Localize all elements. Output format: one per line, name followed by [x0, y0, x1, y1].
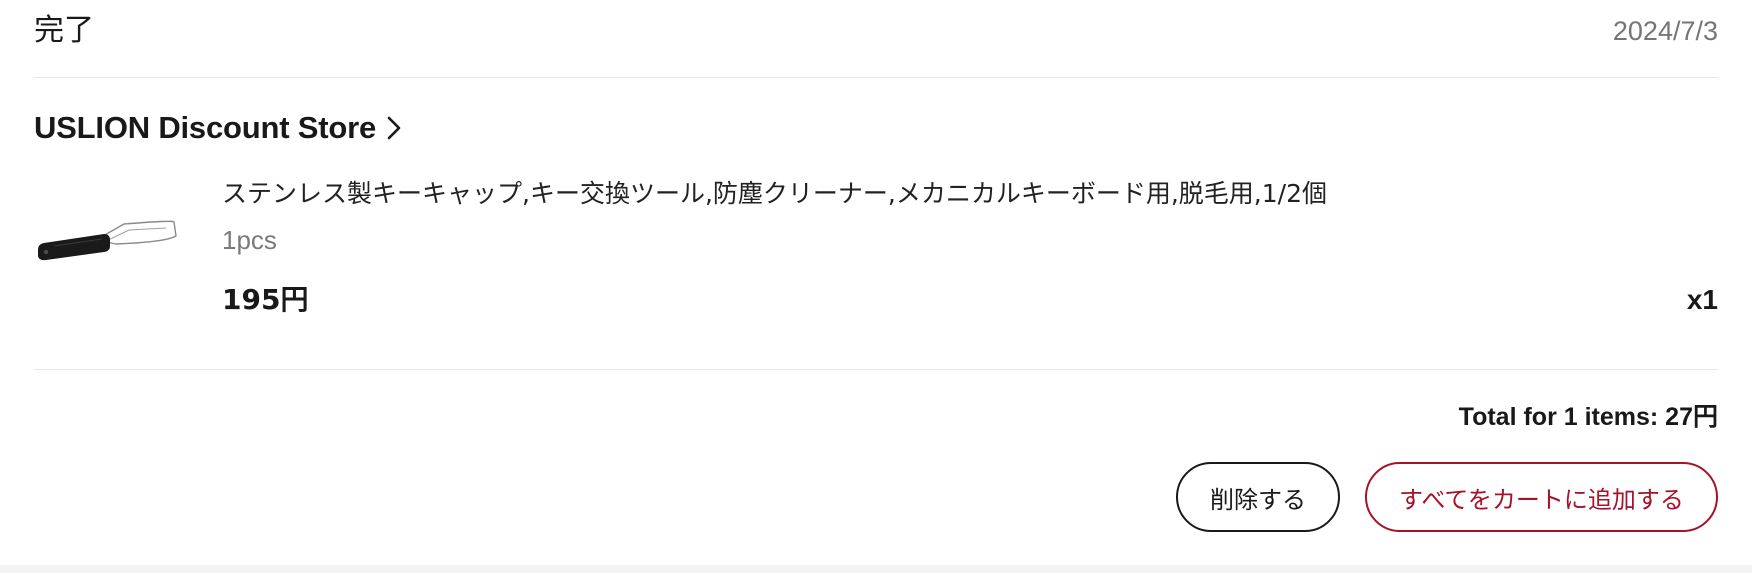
order-status: 完了 — [34, 13, 94, 48]
order-total: Total for 1 items: 27円 — [1458, 403, 1718, 431]
add-all-to-cart-button[interactable]: すべてをカートに追加する — [1365, 462, 1718, 532]
order-card: 完了 2024/7/3 USLION Discount Store ステンレス製… — [0, 0, 1752, 565]
order-date: 2024/7/3 — [1612, 16, 1718, 46]
order-status-row: 完了 2024/7/3 — [34, 0, 1718, 78]
store-link[interactable]: USLION Discount Store — [34, 108, 402, 148]
product-image[interactable] — [34, 190, 200, 310]
chevron-right-icon — [386, 115, 402, 141]
product-title[interactable]: ステンレス製キーキャップ,キー交換ツール,防塵クリーナー,メカニカルキーボード用… — [222, 178, 1327, 210]
product-variant: 1pcs — [222, 225, 277, 255]
delete-button[interactable]: 削除する — [1176, 462, 1340, 532]
product-price: 195円 — [222, 283, 309, 316]
store-name: USLION Discount Store — [34, 110, 376, 145]
product-quantity: x1 — [1686, 284, 1718, 315]
order-item[interactable]: ステンレス製キーキャップ,キー交換ツール,防塵クリーナー,メカニカルキーボード用… — [34, 170, 1718, 370]
